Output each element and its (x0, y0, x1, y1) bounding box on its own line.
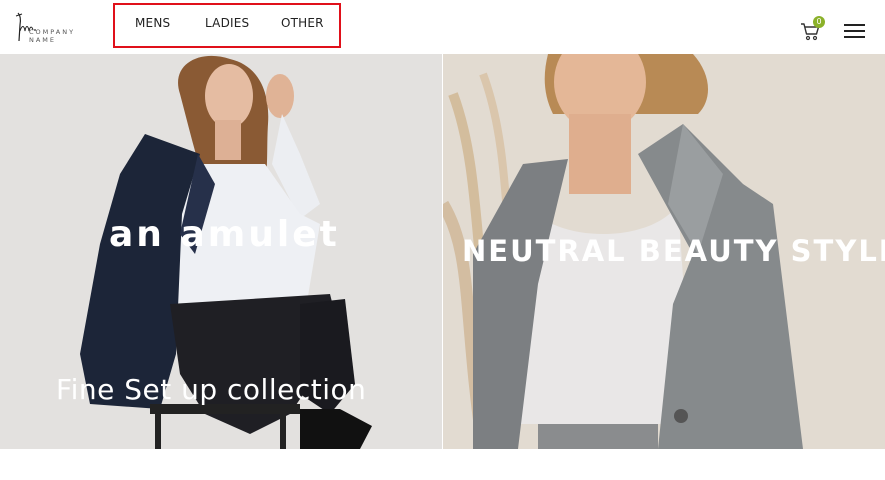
hero-left-subtitle: Fine Set up collection (56, 373, 367, 406)
nav-item-other[interactable]: OTHER (281, 16, 324, 30)
hero-right-title: NEUTRAL BEAUTY STYLE (462, 234, 885, 268)
cart-count-badge: 0 (813, 16, 825, 28)
hamburger-menu-icon[interactable] (844, 24, 866, 40)
site-header: COMPANY NAME MENS LADIES OTHER 0 (0, 0, 885, 54)
nav-item-mens[interactable]: MENS (135, 16, 170, 30)
company-logo[interactable]: COMPANY NAME (14, 11, 94, 45)
page: COMPANY NAME MENS LADIES OTHER 0 an amul… (0, 0, 885, 480)
nav-item-ladies[interactable]: LADIES (205, 16, 249, 30)
hero-left-title: an amulet (109, 214, 340, 255)
logo-text: COMPANY NAME (29, 28, 75, 44)
logo-line2: NAME (29, 36, 57, 44)
logo-line1: COMPANY (29, 28, 76, 36)
